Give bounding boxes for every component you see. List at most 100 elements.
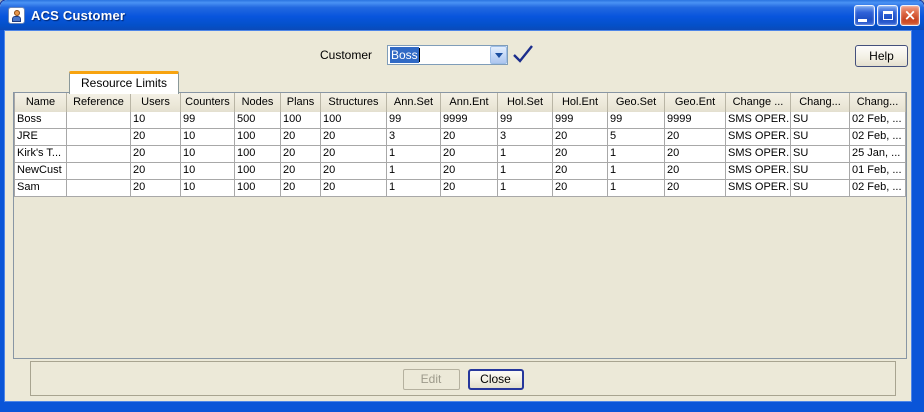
column-header[interactable]: Ann.Ent bbox=[441, 93, 498, 112]
table-cell: 20 bbox=[441, 163, 498, 180]
column-header[interactable]: Structures bbox=[321, 93, 387, 112]
table-cell: 999 bbox=[553, 112, 608, 129]
table-cell: SMS OPER... bbox=[726, 112, 791, 129]
table-row[interactable]: Sam 20 10 100 20 20 1 20 1 20 1 20 SMS OPER... SU 02 F… bbox=[15, 180, 906, 197]
text-cursor bbox=[418, 48, 420, 62]
table-cell bbox=[67, 112, 131, 129]
maximize-icon bbox=[882, 11, 893, 20]
table-cell: 1 bbox=[498, 163, 553, 180]
table-body: Boss 10 99 500 100 100 99 9999 99 999 99 9999 SMS OP… bbox=[15, 112, 906, 197]
table-cell: 100 bbox=[235, 163, 281, 180]
column-header[interactable]: Name bbox=[15, 93, 67, 112]
table-cell: 20 bbox=[441, 180, 498, 197]
column-header[interactable]: Ann.Set bbox=[387, 93, 441, 112]
table-cell: 99 bbox=[498, 112, 553, 129]
close-icon: × bbox=[903, 6, 917, 24]
table-cell: 1 bbox=[498, 146, 553, 163]
table-cell: 99 bbox=[608, 112, 665, 129]
table-cell: Boss bbox=[15, 112, 67, 129]
table-row[interactable]: Kirk's T... 20 10 100 20 20 1 20 1 20 1 20 SMS OPER.… bbox=[15, 146, 906, 163]
tab-resource-limits[interactable]: Resource Limits bbox=[69, 71, 179, 94]
chevron-down-icon bbox=[494, 52, 503, 58]
column-header[interactable]: Counters bbox=[181, 93, 235, 112]
table-cell: JRE bbox=[15, 129, 67, 146]
column-header[interactable]: Hol.Set bbox=[498, 93, 553, 112]
table-cell: SMS OPER... bbox=[726, 180, 791, 197]
table-cell: Kirk's T... bbox=[15, 146, 67, 163]
table-cell: 99 bbox=[387, 112, 441, 129]
column-header[interactable]: Users bbox=[131, 93, 181, 112]
table-cell: 1 bbox=[498, 180, 553, 197]
dialog-body: Customer Boss Help Resource Limits Name R… bbox=[0, 30, 924, 412]
table-cell: 500 bbox=[235, 112, 281, 129]
column-header[interactable]: Nodes bbox=[235, 93, 281, 112]
table-cell: 10 bbox=[131, 112, 181, 129]
column-header[interactable]: Reference bbox=[67, 93, 131, 112]
table-cell: NewCust bbox=[15, 163, 67, 180]
table-cell: 10 bbox=[181, 129, 235, 146]
column-header[interactable]: Chang... bbox=[850, 93, 906, 112]
table-cell: 20 bbox=[281, 129, 321, 146]
table-cell: 20 bbox=[553, 146, 608, 163]
table-cell: SMS OPER... bbox=[726, 129, 791, 146]
column-header[interactable]: Geo.Ent bbox=[665, 93, 726, 112]
table-cell: 1 bbox=[387, 180, 441, 197]
table-cell: 3 bbox=[498, 129, 553, 146]
column-header[interactable]: Geo.Set bbox=[608, 93, 665, 112]
table-cell: 20 bbox=[665, 163, 726, 180]
table-cell: 1 bbox=[387, 163, 441, 180]
window-controls: × bbox=[854, 5, 920, 26]
table-cell: 20 bbox=[665, 180, 726, 197]
table-cell: 20 bbox=[441, 129, 498, 146]
table-cell: 1 bbox=[387, 146, 441, 163]
table-cell: 1 bbox=[608, 146, 665, 163]
table-cell: 100 bbox=[321, 112, 387, 129]
table-cell: 20 bbox=[665, 146, 726, 163]
maximize-button[interactable] bbox=[877, 5, 898, 26]
title-bar[interactable]: ACS Customer × bbox=[0, 0, 924, 30]
table-cell: 20 bbox=[131, 129, 181, 146]
table-cell: Sam bbox=[15, 180, 67, 197]
help-button[interactable]: Help bbox=[855, 45, 908, 67]
table-cell bbox=[67, 163, 131, 180]
table-cell: 20 bbox=[665, 129, 726, 146]
table-row[interactable]: JRE 20 10 100 20 20 3 20 3 20 5 20 SMS OPER... SU 02 F… bbox=[15, 129, 906, 146]
column-header[interactable]: Change ... bbox=[726, 93, 791, 112]
table-cell: 02 Feb, ... bbox=[850, 129, 906, 146]
window-title: ACS Customer bbox=[31, 7, 126, 23]
column-header[interactable]: Plans bbox=[281, 93, 321, 112]
table-cell bbox=[67, 180, 131, 197]
table-cell: 99 bbox=[181, 112, 235, 129]
column-header[interactable]: Hol.Ent bbox=[553, 93, 608, 112]
table-cell: 9999 bbox=[665, 112, 726, 129]
table-cell: 20 bbox=[131, 163, 181, 180]
table-cell: 5 bbox=[608, 129, 665, 146]
close-button[interactable]: Close bbox=[467, 369, 524, 390]
column-header[interactable]: Chang... bbox=[791, 93, 850, 112]
combobox-dropdown-button[interactable] bbox=[490, 46, 507, 64]
table-cell: 20 bbox=[281, 163, 321, 180]
minimize-icon bbox=[857, 18, 867, 22]
table-cell: 20 bbox=[553, 129, 608, 146]
table-cell: SU bbox=[791, 180, 850, 197]
table-cell: 1 bbox=[608, 163, 665, 180]
table-cell bbox=[67, 129, 131, 146]
table-scrollpane[interactable]: Name Reference Users Counters Nodes Plans Stru… bbox=[13, 92, 907, 359]
edit-button[interactable]: Edit bbox=[402, 369, 460, 390]
table-cell: 20 bbox=[321, 146, 387, 163]
table-cell: 100 bbox=[235, 129, 281, 146]
table-cell: 20 bbox=[321, 163, 387, 180]
table-cell: 100 bbox=[235, 146, 281, 163]
close-window-button[interactable]: × bbox=[900, 5, 920, 26]
confirm-check-icon[interactable] bbox=[512, 44, 534, 64]
resource-limits-table: Name Reference Users Counters Nodes Plans Stru… bbox=[14, 93, 906, 197]
table-cell: SU bbox=[791, 163, 850, 180]
acs-customer-window: ACS Customer × Customer Boss Help Resour… bbox=[0, 0, 924, 412]
table-cell: 1 bbox=[608, 180, 665, 197]
table-cell: 10 bbox=[181, 146, 235, 163]
minimize-button[interactable] bbox=[854, 5, 875, 26]
table-row[interactable]: Boss 10 99 500 100 100 99 9999 99 999 99 9999 SMS OP… bbox=[15, 112, 906, 129]
table-cell: 01 Feb, ... bbox=[850, 163, 906, 180]
customer-combobox[interactable]: Boss bbox=[387, 45, 508, 65]
table-row[interactable]: NewCust 20 10 100 20 20 1 20 1 20 1 20 SMS OPER... SU… bbox=[15, 163, 906, 180]
